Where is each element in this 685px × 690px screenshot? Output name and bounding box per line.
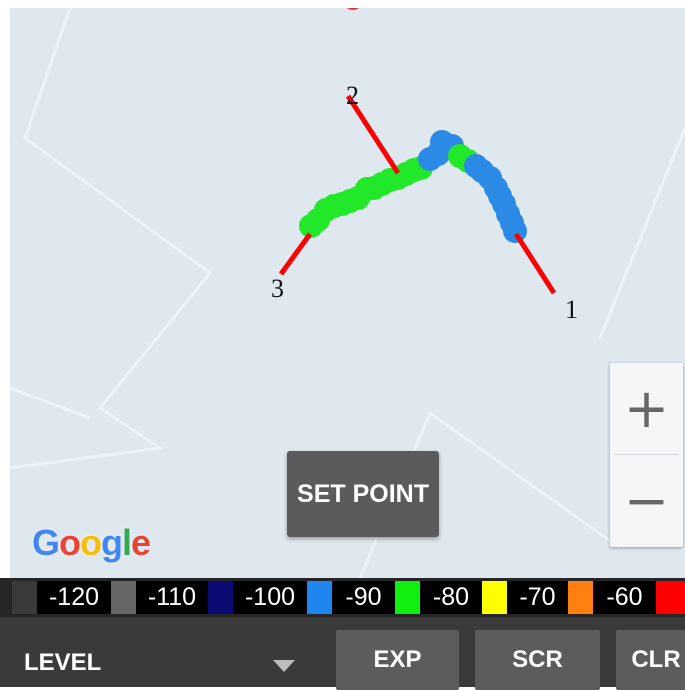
legend-swatch <box>111 581 136 614</box>
route-markers <box>278 94 557 295</box>
route-label-1: 1 <box>565 295 578 324</box>
signal-legend: -120 -110 -100 -90 -80 -70 -60 <box>0 578 685 617</box>
bottom-toolbar: LEVEL EXP SCR CLR <box>0 617 685 690</box>
route-label-3: 3 <box>271 274 284 303</box>
marker-line <box>513 232 557 295</box>
zoom-in-button[interactable]: + <box>610 363 683 454</box>
legend-value: -80 <box>420 581 482 614</box>
legend-value: -100 <box>233 581 307 614</box>
legend-swatch <box>208 581 233 614</box>
set-point-button[interactable]: SET POINT <box>287 451 439 537</box>
legend-value: -110 <box>136 581 208 614</box>
google-logo-letter: G <box>32 522 60 563</box>
legend-value: -60 <box>593 581 656 614</box>
clr-button[interactable]: CLR <box>616 630 685 690</box>
google-logo-letter: o <box>59 522 81 563</box>
chevron-down-icon[interactable] <box>273 660 295 672</box>
google-logo-letter: o <box>80 522 102 563</box>
top-marker <box>347 8 359 10</box>
legend-swatch <box>482 581 507 614</box>
route-trace <box>299 130 527 243</box>
legend-value: -70 <box>507 581 568 614</box>
scr-button[interactable]: SCR <box>475 630 600 690</box>
google-logo-letter: e <box>131 522 151 563</box>
legend-swatch <box>307 581 332 614</box>
legend-value: -120 <box>37 581 111 614</box>
signal-point <box>503 219 527 243</box>
legend-value: -90 <box>332 581 395 614</box>
zoom-out-button[interactable]: − <box>610 455 683 546</box>
route-label-2: 2 <box>346 81 359 110</box>
legend-swatch <box>568 581 593 614</box>
exp-button[interactable]: EXP <box>336 630 459 690</box>
map-view[interactable]: 2 3 1 + − SET POINT Google <box>10 8 685 578</box>
zoom-controls: + − <box>610 363 683 547</box>
google-logo-letter: g <box>101 522 123 563</box>
marker-line <box>278 232 313 276</box>
legend-swatch <box>656 581 685 614</box>
legend-swatch <box>395 581 420 614</box>
level-selector-label[interactable]: LEVEL <box>24 649 101 677</box>
legend-swatch <box>12 581 37 614</box>
google-logo: Google <box>32 522 151 564</box>
google-logo-letter: l <box>122 522 132 563</box>
